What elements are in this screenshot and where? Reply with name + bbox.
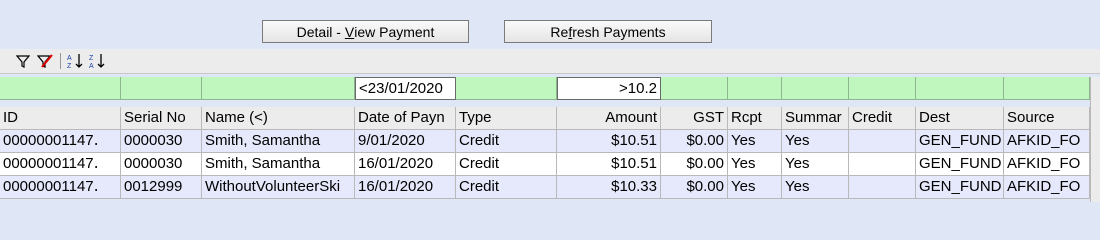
filter-row: <23/01/2020 >10.2	[0, 77, 1090, 100]
cell-credit	[849, 176, 916, 199]
table-row[interactable]: 00000001147․ 0000030 Smith, Samantha 9/0…	[0, 130, 1090, 153]
vertical-scrollbar[interactable]	[1090, 77, 1100, 202]
svg-text:A: A	[67, 55, 72, 62]
cell-name: Smith, Samantha	[202, 130, 355, 153]
cell-source: AFKID_FO	[1004, 176, 1090, 199]
cell-id: 00000001147․	[0, 153, 121, 176]
cell-date: 16/01/2020	[355, 176, 456, 199]
cell-rcpt: Yes	[728, 153, 782, 176]
cell-id: 00000001147․	[0, 130, 121, 153]
column-header-type[interactable]: Type	[456, 107, 557, 130]
grid-toolbar: AZ ZA	[0, 49, 1100, 74]
cell-type: Credit	[456, 176, 557, 199]
cell-amount: $10.51	[557, 153, 661, 176]
cell-type: Credit	[456, 130, 557, 153]
cell-id: 00000001147․	[0, 176, 121, 199]
cell-credit	[849, 153, 916, 176]
cell-date: 9/01/2020	[355, 130, 456, 153]
refresh-label-prefix: Re	[550, 23, 569, 40]
cell-amount: $10.51	[557, 130, 661, 153]
refresh-label-suffix: resh Payments	[572, 23, 666, 40]
cell-gst: $0.00	[661, 130, 728, 153]
svg-text:A: A	[89, 63, 94, 70]
filter-cell-name[interactable]	[202, 77, 355, 100]
cell-name: Smith, Samantha	[202, 153, 355, 176]
filter-icon[interactable]	[14, 52, 32, 70]
cell-summary: Yes	[782, 176, 849, 199]
filter-cell-rcpt[interactable]	[728, 77, 782, 100]
column-header-source[interactable]: Source	[1004, 107, 1090, 130]
toolbar-separator	[60, 53, 61, 69]
cell-credit	[849, 130, 916, 153]
detail-view-payment-button[interactable]: Detail - View Payment	[262, 20, 469, 43]
cell-gst: $0.00	[661, 153, 728, 176]
column-header-rcpt[interactable]: Rcpt	[728, 107, 782, 130]
detail-label-prefix: Detail -	[296, 23, 345, 40]
cell-serial-no: 0000030	[121, 153, 202, 176]
svg-text:Z: Z	[89, 55, 94, 62]
column-header-date[interactable]: Date of Payn	[355, 107, 456, 130]
column-header-gst[interactable]: GST	[661, 107, 728, 130]
cell-rcpt: Yes	[728, 176, 782, 199]
table-row[interactable]: 00000001147․ 0000030 Smith, Samantha 16/…	[0, 153, 1090, 176]
cell-amount: $10.33	[557, 176, 661, 199]
column-header-amount[interactable]: Amount	[557, 107, 661, 130]
filter-cell-gst[interactable]	[661, 77, 728, 100]
cell-source: AFKID_FO	[1004, 130, 1090, 153]
cell-summary: Yes	[782, 153, 849, 176]
filter-cell-amount[interactable]: >10.2	[557, 77, 661, 100]
column-header-name[interactable]: Name (<)	[202, 107, 355, 130]
cell-dest: GEN_FUND	[916, 130, 1004, 153]
filter-cell-date[interactable]: <23/01/2020	[355, 77, 456, 100]
cell-summary: Yes	[782, 130, 849, 153]
filter-cell-summary[interactable]	[782, 77, 849, 100]
sort-ascending-icon[interactable]: AZ	[66, 52, 84, 70]
filter-cell-serial[interactable]	[121, 77, 202, 100]
sort-descending-icon[interactable]: ZA	[88, 52, 106, 70]
cell-date: 16/01/2020	[355, 153, 456, 176]
refresh-payments-button[interactable]: Re f resh Payments	[504, 20, 712, 43]
cell-source: AFKID_FO	[1004, 153, 1090, 176]
cell-serial-no: 0012999	[121, 176, 202, 199]
clear-filter-icon[interactable]	[36, 52, 54, 70]
cell-dest: GEN_FUND	[916, 153, 1004, 176]
filter-cell-id[interactable]	[0, 77, 121, 100]
cell-name: WithoutVolunteerSki	[202, 176, 355, 199]
filter-cell-dest[interactable]	[916, 77, 1004, 100]
cell-dest: GEN_FUND	[916, 176, 1004, 199]
filter-cell-credit[interactable]	[849, 77, 916, 100]
table-row[interactable]: 00000001147․ 0012999 WithoutVolunteerSki…	[0, 176, 1090, 199]
cell-type: Credit	[456, 153, 557, 176]
detail-label-mnemonic: V	[344, 23, 355, 40]
payments-grid: <23/01/2020 >10.2 ID Serial No Name (<) …	[0, 77, 1090, 199]
filter-cell-type[interactable]	[456, 77, 557, 100]
column-header-dest[interactable]: Dest	[916, 107, 1004, 130]
column-header-credit[interactable]: Credit	[849, 107, 916, 130]
cell-rcpt: Yes	[728, 130, 782, 153]
header-row: ID Serial No Name (<) Date of Payn Type …	[0, 107, 1090, 130]
filter-cell-source[interactable]	[1004, 77, 1090, 100]
cell-serial-no: 0000030	[121, 130, 202, 153]
svg-text:Z: Z	[67, 63, 72, 70]
cell-gst: $0.00	[661, 176, 728, 199]
detail-label-suffix: iew Payment	[354, 23, 435, 40]
column-header-id[interactable]: ID	[0, 107, 121, 130]
column-header-summary[interactable]: Summar	[782, 107, 849, 130]
column-header-serial-no[interactable]: Serial No	[121, 107, 202, 130]
